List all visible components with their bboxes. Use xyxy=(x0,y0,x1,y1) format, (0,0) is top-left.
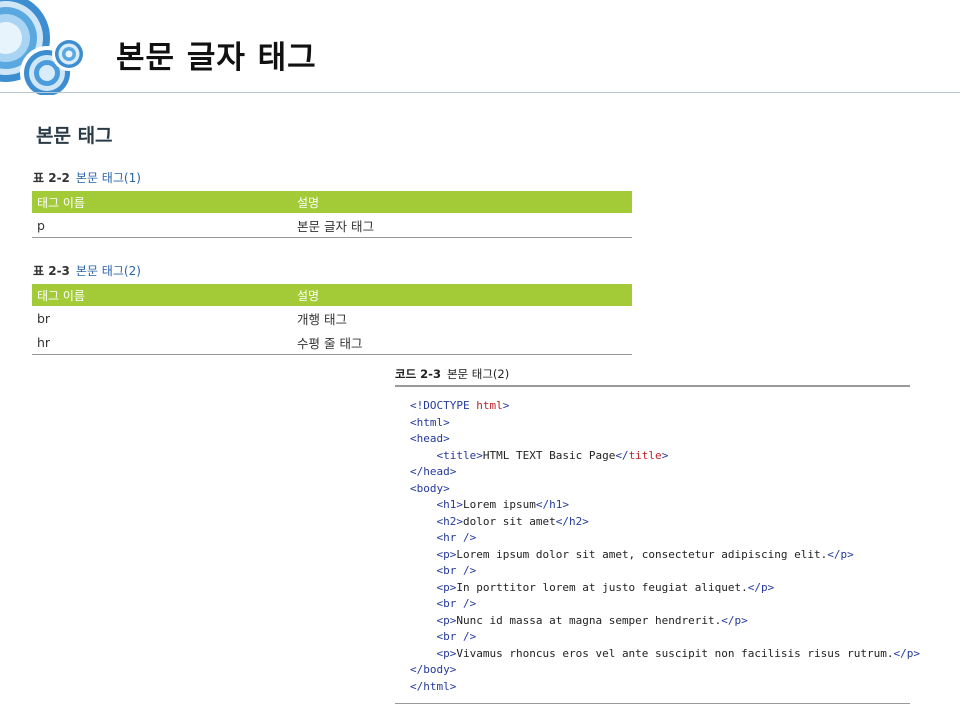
table-header-row: 태그 이름 설명 xyxy=(32,191,632,213)
column-header: 설명 xyxy=(292,191,632,213)
code-line: </head> xyxy=(410,464,920,481)
title-divider xyxy=(0,92,960,93)
code-line: <!DOCTYPE html> xyxy=(410,398,920,415)
code-token: <title> xyxy=(436,448,483,462)
code-line: <p>Nunc id massa at magna semper hendrer… xyxy=(410,613,920,630)
code-line: <br /> xyxy=(410,596,920,613)
column-header: 태그 이름 xyxy=(32,284,292,306)
code-text: Lorem ipsum xyxy=(463,498,536,511)
table1: 태그 이름 설명 p 본문 글자 태그 xyxy=(32,191,632,238)
code-token: <body> xyxy=(410,481,450,495)
code-token: </html> xyxy=(410,679,457,693)
table-row: br 개행 태그 xyxy=(32,306,632,330)
code-line: <br /> xyxy=(410,629,920,646)
tag-name-cell: p xyxy=(32,213,292,238)
code-top-divider xyxy=(395,385,910,387)
code-token: <p> xyxy=(436,547,457,561)
code-token: </ xyxy=(615,448,629,462)
code-line: <h1>Lorem ipsum</h1> xyxy=(410,497,920,514)
table1-number: 표 2-2 xyxy=(33,171,70,185)
logo-circles-icon xyxy=(0,0,86,95)
code-line: <p>Vivamus rhoncus eros vel ante suscipi… xyxy=(410,646,920,663)
code-text: Vivamus rhoncus eros vel ante suscipit n… xyxy=(456,646,894,660)
code-listing: <!DOCTYPE html> <html> <head> <title>HTML … xyxy=(410,398,920,695)
code-token: <p> xyxy=(436,613,457,627)
table2-caption: 표 2-3 본문 태그(2) xyxy=(33,262,141,279)
code-text: In porttitor lorem at justo feugiat aliq… xyxy=(456,580,748,594)
column-header: 태그 이름 xyxy=(32,191,292,213)
code-line: <p>Lorem ipsum dolor sit amet, consectet… xyxy=(410,547,920,564)
table2: 태그 이름 설명 br 개행 태그 hr 수평 줄 태그 xyxy=(32,284,632,355)
code-token: </head> xyxy=(410,465,457,478)
code-token: </p> xyxy=(721,613,748,627)
slide-title: 본문 글자 태그 xyxy=(116,40,317,76)
code-text: Nunc id massa at magna semper hendrerit. xyxy=(456,613,722,627)
table-header-row: 태그 이름 설명 xyxy=(32,284,632,306)
code-token: <br /> xyxy=(436,564,477,577)
table2-number: 표 2-3 xyxy=(33,264,70,278)
code-line: </body> xyxy=(410,662,920,679)
code-token: title xyxy=(628,448,662,462)
description-cell: 개행 태그 xyxy=(297,311,347,327)
code-token: <head> xyxy=(410,432,450,445)
code-token: <p> xyxy=(436,580,457,594)
table1-title: 본문 태그(1) xyxy=(75,171,141,185)
code-line: <h2>dolor sit amet</h2> xyxy=(410,514,920,531)
code-text: HTML TEXT Basic Page xyxy=(482,448,616,462)
code-token: <p> xyxy=(436,646,457,660)
code-caption: 코드 2-3 본문 태그(2) xyxy=(395,366,509,382)
description-cell: 본문 글자 태그 xyxy=(292,213,632,238)
table1-caption: 표 2-2 본문 태그(1) xyxy=(33,169,141,186)
tag-name-cell: br xyxy=(37,310,51,326)
code-line: <br /> xyxy=(410,563,920,580)
code-line: </html> xyxy=(410,679,920,696)
code-token: </p> xyxy=(747,580,775,594)
code-token: </body> xyxy=(410,663,457,676)
code-token: </p> xyxy=(893,646,920,660)
code-token: </h2> xyxy=(555,514,589,528)
code-bottom-divider xyxy=(395,703,910,704)
code-token: </p> xyxy=(827,547,854,561)
code-token: html xyxy=(476,399,503,412)
table2-title: 본문 태그(2) xyxy=(75,264,141,278)
code-line: <title>HTML TEXT Basic Page</title> xyxy=(410,448,920,465)
code-line: <head> xyxy=(410,431,920,448)
section-heading: 본문 태그 xyxy=(36,125,113,147)
code-text: dolor sit amet xyxy=(463,514,556,528)
table-row: hr 수평 줄 태그 xyxy=(32,330,632,355)
code-token: <html> xyxy=(410,415,450,429)
code-token: <br /> xyxy=(436,597,477,610)
code-line: <html> xyxy=(410,415,920,432)
column-header: 설명 xyxy=(292,284,632,306)
code-text: Lorem ipsum dolor sit amet, consectetur … xyxy=(456,547,828,561)
code-token: <h2> xyxy=(436,514,464,528)
code-line: <body> xyxy=(410,481,920,498)
code-token: > xyxy=(661,448,669,462)
description-cell: 수평 줄 태그 xyxy=(292,330,632,355)
code-token: <h1> xyxy=(436,498,464,511)
code-title: 본문 태그(2) xyxy=(446,367,510,381)
code-token: <hr /> xyxy=(436,531,477,544)
code-line: <p>In porttitor lorem at justo feugiat a… xyxy=(410,580,920,597)
code-token: > xyxy=(502,399,510,412)
code-line: <hr /> xyxy=(410,530,920,547)
table-row: p 본문 글자 태그 xyxy=(32,213,632,238)
code-token: </h1> xyxy=(535,498,569,511)
tag-name-cell: hr xyxy=(32,330,292,355)
code-number: 코드 2-3 xyxy=(395,367,441,381)
code-token: <!DOCTYPE xyxy=(410,399,477,412)
code-token: <br /> xyxy=(436,630,477,643)
